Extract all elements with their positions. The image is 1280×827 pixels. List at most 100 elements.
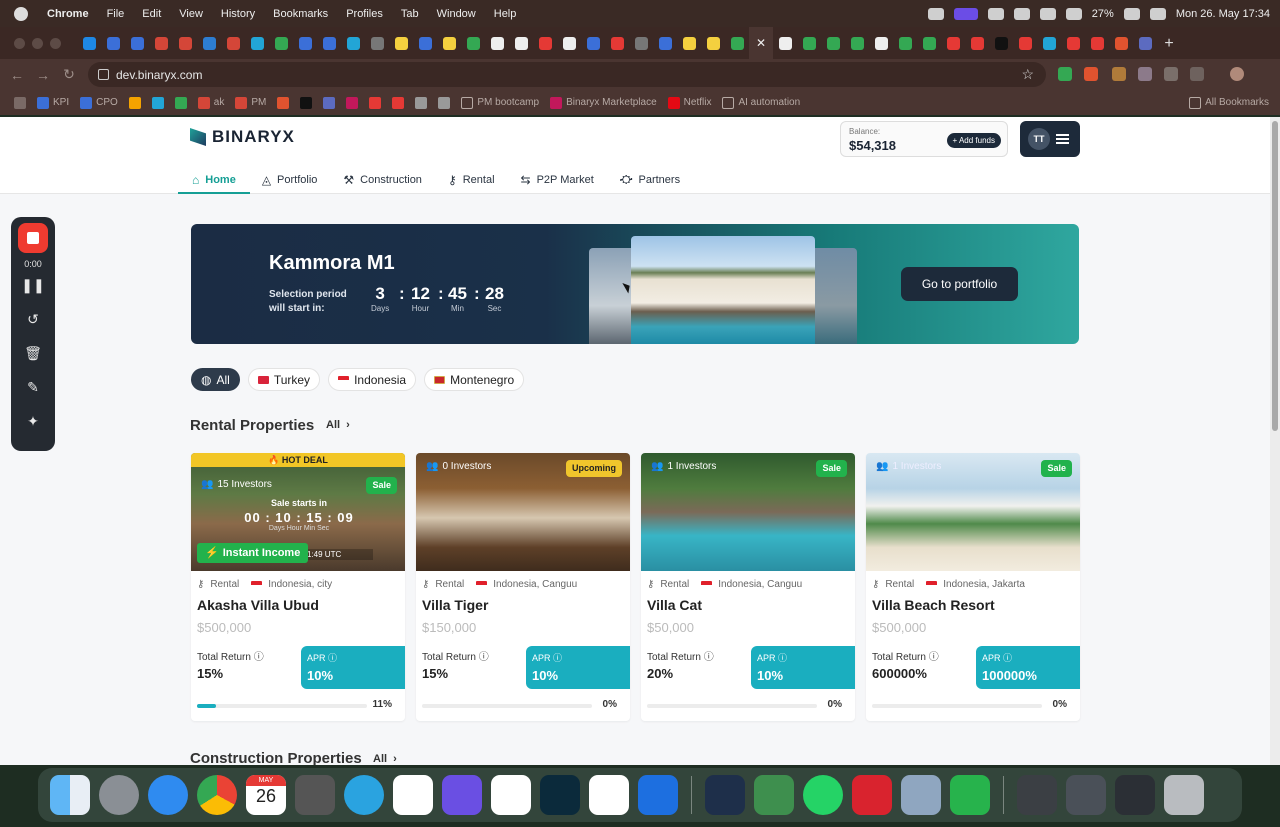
safari-icon[interactable] [148,775,188,815]
bookmark-netflix[interactable]: Netflix [667,96,711,109]
info-icon[interactable]: ⓘ [553,653,562,663]
tab[interactable] [77,27,101,59]
bluetooth-icon[interactable] [1123,7,1140,20]
add-funds-button[interactable]: + Add funds [946,133,1001,148]
menu-profiles[interactable]: Profiles [346,8,383,20]
bookmark-icon[interactable] [392,96,405,109]
pen-icon[interactable]: ✎ [27,379,39,399]
filter-turkey[interactable]: Turkey [247,368,321,391]
nav-partners[interactable]: ⛮ Partners [618,165,682,194]
cast-icon[interactable] [987,7,1004,20]
chrome-icon[interactable] [197,775,237,815]
chatgpt-icon[interactable] [491,775,531,815]
property-name[interactable]: Villa Tiger [422,597,488,613]
tab[interactable] [1013,27,1037,59]
tab[interactable] [557,27,581,59]
tab[interactable] [1037,27,1061,59]
bookmark-icon[interactable] [300,96,313,109]
tab[interactable] [677,27,701,59]
maximize-window-icon[interactable] [50,37,61,49]
keyboard-layout-icon[interactable] [1065,7,1082,20]
bookmark-icon[interactable] [151,96,164,109]
minimized-window[interactable] [1066,775,1106,815]
trash-icon[interactable] [1164,775,1204,815]
info-icon[interactable]: ⓘ [254,652,264,663]
back-icon[interactable]: ← [4,67,30,83]
tab[interactable] [101,27,125,59]
tab[interactable] [869,27,893,59]
tab[interactable] [389,27,413,59]
bookmark-ak[interactable]: ak [197,96,224,109]
bookmark-kpi[interactable]: KPI [37,96,69,109]
tab[interactable] [725,27,749,59]
info-icon[interactable]: ⓘ [778,653,787,663]
info-icon[interactable]: ⓘ [929,652,939,663]
tab[interactable] [245,27,269,59]
tab[interactable] [1061,27,1085,59]
address-bar[interactable]: dev.binaryx.com ☆ [88,62,1046,87]
tab[interactable] [773,27,797,59]
bookmark-icon[interactable] [128,96,141,109]
menu-edit[interactable]: Edit [142,8,161,20]
restart-icon[interactable]: ↺ [27,311,39,331]
clickup-icon[interactable] [589,775,629,815]
filter-montenegro[interactable]: Montenegro [424,368,525,391]
property-card[interactable]: 👥 1 Investors Sale ⚷ Rental Indonesia, Cang… [641,453,855,721]
bookmark-icon[interactable] [438,96,451,109]
tab[interactable] [317,27,341,59]
tab[interactable] [653,27,677,59]
pause-icon[interactable]: ❚❚ [21,277,44,297]
finder-icon[interactable] [50,775,90,815]
app-icon[interactable] [442,775,482,815]
rental-view-all-link[interactable]: All › [326,419,350,431]
app-icon[interactable] [705,775,745,815]
menu-tab[interactable]: Tab [401,8,419,20]
tab[interactable] [221,27,245,59]
app-icon[interactable] [638,775,678,815]
stop-recording-button[interactable] [18,223,48,253]
tab[interactable] [173,27,197,59]
bookmark-folder-ai-automation[interactable]: AI automation [722,96,800,109]
close-window-icon[interactable] [14,37,25,49]
bookmark-star-icon[interactable]: ☆ [1021,66,1034,83]
go-to-portfolio-button[interactable]: Go to portfolio [901,267,1018,301]
info-icon[interactable]: ⓘ [704,652,714,663]
minimized-window[interactable] [1115,775,1155,815]
battery-percent[interactable]: 27% [1092,8,1114,20]
app-icon[interactable] [901,775,941,815]
extension-icon[interactable] [1164,67,1178,81]
new-tab-icon[interactable]: + [1157,27,1181,59]
filter-all[interactable]: ◍ All [191,368,240,391]
tab[interactable] [797,27,821,59]
tab[interactable] [581,27,605,59]
info-icon[interactable]: ⓘ [1003,653,1012,663]
filter-indonesia[interactable]: Indonesia [328,368,417,391]
tab[interactable] [485,27,509,59]
tab[interactable] [413,27,437,59]
tab[interactable] [917,27,941,59]
all-bookmarks[interactable]: All Bookmarks [1189,96,1269,109]
bookmark-pm[interactable]: PM [235,96,266,109]
info-icon[interactable]: ⓘ [479,652,489,663]
extension-icon[interactable] [1058,67,1072,81]
tab[interactable] [965,27,989,59]
apple-icon[interactable] [14,6,28,21]
menu-view[interactable]: View [179,8,203,20]
nav-portfolio[interactable]: ◬ Portfolio [260,165,320,194]
nav-construction[interactable]: ⚒ Construction [341,165,424,194]
cursor-app-icon[interactable] [540,775,580,815]
menu-window[interactable]: Window [437,8,476,20]
tab[interactable] [845,27,869,59]
profile-avatar[interactable] [1230,67,1244,81]
nav-rental[interactable]: ⚷ Rental [446,165,497,194]
bookmark-icon[interactable] [346,96,359,109]
property-name[interactable]: Villa Cat [647,597,702,613]
binaryx-logo[interactable]: BINARYX [190,127,295,147]
forward-icon[interactable]: → [30,67,56,83]
avatar[interactable]: TT [1028,128,1050,150]
whatsapp-icon[interactable] [803,775,843,815]
property-name[interactable]: Akasha Villa Ubud [197,597,319,613]
nav-p2p-market[interactable]: ⇆ P2P Market [519,165,596,194]
menu-app-chrome[interactable]: Chrome [47,8,89,20]
tab[interactable] [701,27,725,59]
